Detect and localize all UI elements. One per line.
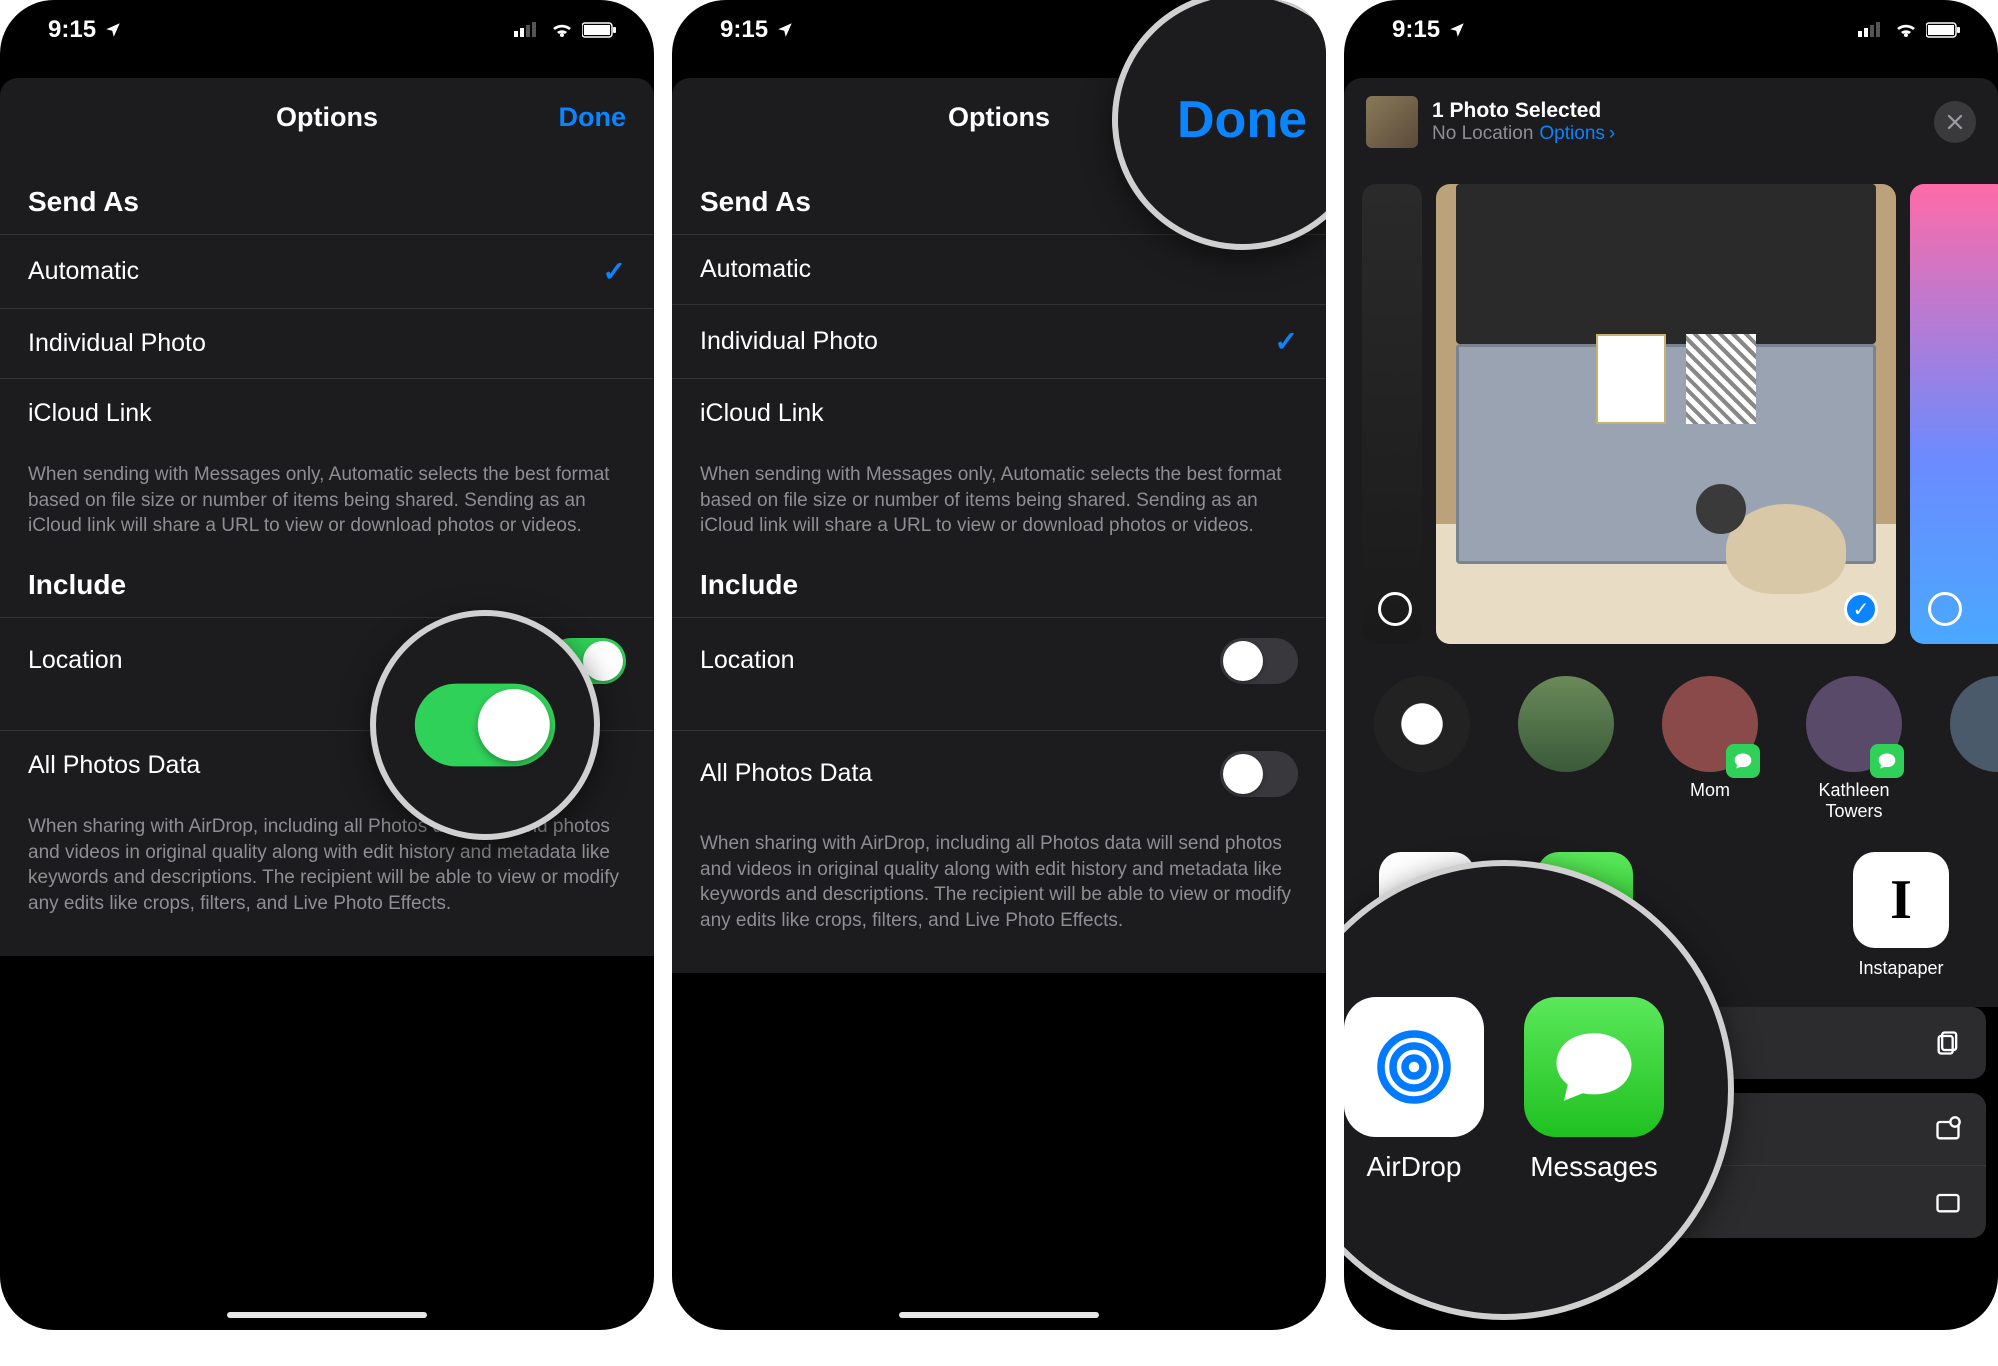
- contact-suggestion[interactable]: [1938, 676, 1998, 822]
- status-time: 9:15: [720, 16, 768, 44]
- include-header: Include: [0, 539, 654, 617]
- location-arrow-icon: [776, 21, 794, 39]
- send-as-automatic[interactable]: Automatic ✓: [0, 234, 654, 308]
- cellular-icon: [514, 21, 542, 39]
- tweetbot-app[interactable]: Tw: [1994, 852, 1998, 979]
- callout-location-toggle: [370, 610, 600, 840]
- status-time: 9:15: [1392, 16, 1440, 44]
- checkmark-icon: ✓: [1275, 325, 1298, 358]
- instapaper-app[interactable]: I Instapaper: [1836, 852, 1966, 979]
- location-toggle[interactable]: [1220, 638, 1298, 684]
- location-arrow-icon: [1448, 21, 1466, 39]
- contact-kathleen[interactable]: Kathleen Towers: [1794, 676, 1914, 822]
- checkmark-icon: ✓: [603, 255, 626, 288]
- avatar: [1518, 676, 1614, 772]
- cellular-icon: [1858, 21, 1886, 39]
- album-icon: [1934, 1188, 1962, 1216]
- navbar-title: Options: [276, 102, 378, 133]
- avatar: [1374, 676, 1470, 772]
- photo-strip[interactable]: ✓: [1344, 166, 1998, 662]
- status-time: 9:15: [48, 16, 96, 44]
- all-photos-toggle[interactable]: [1220, 751, 1298, 797]
- send-as-footer: When sending with Messages only, Automat…: [672, 448, 1326, 539]
- wifi-icon: [550, 21, 574, 39]
- share-subtitle: No Location: [1432, 123, 1533, 145]
- battery-icon: [1926, 21, 1962, 39]
- chevron-right-icon: ›: [1609, 123, 1615, 145]
- phone-screen-3: 9:15 1 Photo Selected No Location Option…: [1344, 0, 1998, 1330]
- include-header: Include: [672, 539, 1326, 617]
- options-sheet: Send As Automatic Individual Photo ✓ iCl…: [672, 156, 1326, 973]
- close-button[interactable]: [1934, 101, 1976, 143]
- messages-icon: [1524, 997, 1664, 1137]
- include-location[interactable]: Location: [672, 617, 1326, 704]
- status-icons: [514, 21, 618, 39]
- selection-circle-icon[interactable]: [1378, 592, 1412, 626]
- share-title: 1 Photo Selected: [1432, 99, 1615, 123]
- wifi-icon: [1894, 21, 1918, 39]
- send-as-footer: When sending with Messages only, Automat…: [0, 448, 654, 539]
- home-indicator[interactable]: [899, 1312, 1099, 1318]
- send-as-icloud[interactable]: iCloud Link: [672, 378, 1326, 448]
- airdrop-icon: [1344, 997, 1484, 1137]
- messages-badge-icon: [1870, 744, 1904, 778]
- options-navbar: Options Done: [0, 78, 654, 156]
- photo-thumbnail-next[interactable]: [1910, 184, 1998, 644]
- contact-suggestion[interactable]: [1506, 676, 1626, 822]
- avatar: [1950, 676, 1998, 772]
- phone-screen-2: 9:15 Options Done Send As Automatic Indi…: [672, 0, 1326, 1330]
- send-as-individual[interactable]: Individual Photo ✓: [672, 304, 1326, 378]
- share-thumbnail: [1366, 96, 1418, 148]
- include-footer: When sharing with AirDrop, including all…: [672, 817, 1326, 934]
- messages-badge-icon: [1726, 744, 1760, 778]
- home-indicator[interactable]: [227, 1312, 427, 1318]
- copy-icon: [1934, 1029, 1962, 1057]
- location-arrow-icon: [104, 21, 122, 39]
- contacts-row[interactable]: Mom Kathleen Towers: [1344, 662, 1998, 832]
- share-options-link[interactable]: Options ›: [1539, 123, 1615, 145]
- instapaper-icon: I: [1853, 852, 1949, 948]
- photo-thumbnail-prev[interactable]: [1362, 184, 1422, 644]
- contact-mom[interactable]: Mom: [1650, 676, 1770, 822]
- send-as-individual[interactable]: Individual Photo: [0, 308, 654, 378]
- photo-thumbnail-selected[interactable]: ✓: [1436, 184, 1896, 644]
- selection-checked-icon[interactable]: ✓: [1844, 592, 1878, 626]
- status-icons: [1858, 21, 1962, 39]
- include-all-photos-data[interactable]: All Photos Data: [672, 730, 1326, 817]
- phone-screen-1: 9:15 Options Done Send As Automatic ✓ In…: [0, 0, 654, 1330]
- status-bar: 9:15: [1344, 0, 1998, 60]
- send-as-icloud[interactable]: iCloud Link: [0, 378, 654, 448]
- include-footer: When sharing with AirDrop, including all…: [0, 800, 654, 917]
- close-icon: [1946, 113, 1964, 131]
- status-bar: 9:15: [0, 0, 654, 60]
- selection-circle-icon[interactable]: [1928, 592, 1962, 626]
- contact-suggestion[interactable]: [1362, 676, 1482, 822]
- options-sheet: Send As Automatic ✓ Individual Photo iCl…: [0, 156, 654, 956]
- send-as-header: Send As: [0, 156, 654, 234]
- shared-album-icon: [1934, 1115, 1962, 1143]
- battery-icon: [582, 21, 618, 39]
- navbar-title: Options: [948, 102, 1050, 133]
- done-button[interactable]: Done: [559, 102, 627, 133]
- share-sheet-header: 1 Photo Selected No Location Options ›: [1344, 78, 1998, 166]
